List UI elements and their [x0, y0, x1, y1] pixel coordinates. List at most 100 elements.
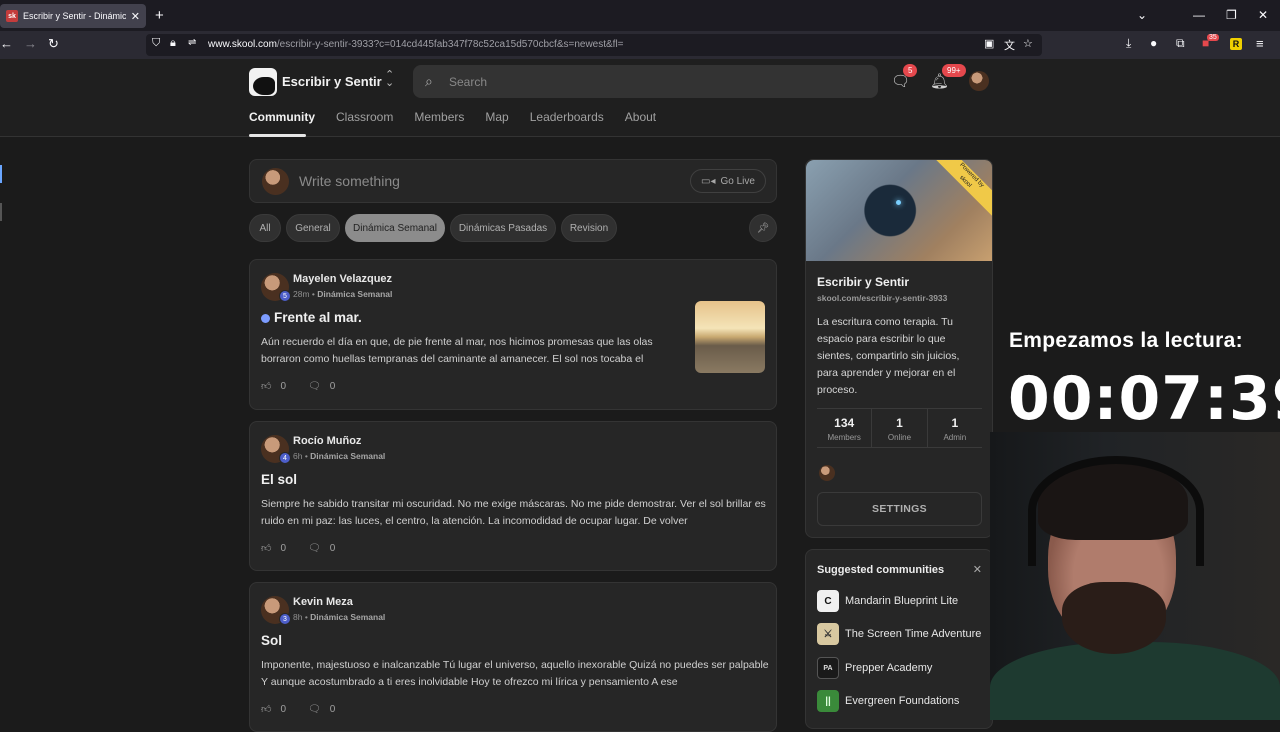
- app-header: Escribir y Sentir ⌃⌄ ⌕ 🗨︎ 5 🔔︎ 99+ Commu…: [0, 59, 1280, 137]
- reading-timer: 00:07:39: [1008, 364, 1280, 434]
- level-badge: 5: [279, 290, 291, 302]
- downloads-icon[interactable]: ⤓: [1126, 36, 1131, 51]
- post-excerpt: Aún recuerdo el día en que, de pie frent…: [261, 336, 653, 365]
- reading-label: Empezamos la lectura:: [1009, 329, 1243, 352]
- new-tab-icon[interactable]: +: [155, 7, 164, 24]
- community-about-card: Powered by skool Escribir y Sentir skool.…: [805, 159, 993, 538]
- back-icon[interactable]: ←: [0, 36, 13, 51]
- stat-admin[interactable]: 1 Admin: [928, 409, 982, 447]
- stat-members[interactable]: 134 Members: [817, 409, 873, 447]
- filter-dinamica-semanal[interactable]: Dinámica Semanal: [345, 214, 445, 242]
- comment-icon: 🗨︎: [308, 542, 321, 554]
- address-bar[interactable]: ⛉ 🔒︎ ⇌ www.skool.com/escribir-y-sentir-3…: [146, 34, 1042, 56]
- tab-list-icon[interactable]: ⌄: [1137, 8, 1147, 22]
- browser-tab[interactable]: sk Escribir y Sentir - Dinámica Sem ✕: [0, 4, 146, 28]
- write-something-placeholder[interactable]: Write something: [299, 173, 400, 189]
- community-switcher-icon[interactable]: ⌃ ⌄: [385, 70, 394, 89]
- suggested-community[interactable]: C Mandarin Blueprint Lite: [817, 590, 958, 612]
- restore-icon[interactable]: ❐: [1226, 8, 1237, 22]
- comment-button[interactable]: 🗨︎ 0: [308, 380, 335, 392]
- reload-icon[interactable]: ↻: [48, 36, 59, 52]
- post-author[interactable]: Mayelen Velazquez: [293, 273, 392, 285]
- post-author[interactable]: Rocío Muñoz: [293, 435, 361, 447]
- suggested-community[interactable]: ⚔ The Screen Time Adventure: [817, 623, 981, 645]
- community-logo-icon[interactable]: [249, 68, 277, 96]
- comment-button[interactable]: 🗨︎ 0: [308, 542, 335, 554]
- forward-icon[interactable]: →: [24, 36, 37, 51]
- lock-icon[interactable]: 🔒︎: [170, 37, 176, 50]
- community-cover-image: Powered by skool: [806, 160, 992, 261]
- raven-eye: [896, 200, 901, 205]
- composer-avatar: [262, 168, 289, 195]
- community-url[interactable]: skool.com/escribir-y-sentir-3933: [817, 293, 947, 303]
- online-member-avatar[interactable]: [819, 465, 835, 481]
- headphones-icon: [1028, 456, 1204, 566]
- tab-about[interactable]: About: [625, 110, 656, 124]
- post-title[interactable]: Sol: [261, 633, 282, 648]
- account-icon[interactable]: ●: [1150, 36, 1157, 50]
- webcam-feed: [990, 432, 1280, 720]
- extension-r-icon[interactable]: R: [1230, 38, 1242, 50]
- pin-icon[interactable]: 📌︎: [749, 214, 777, 242]
- notification-badge: 99+: [942, 64, 966, 77]
- post-meta: 28m • Dinámica Semanal: [293, 289, 393, 299]
- community-stats: 134 Members 1 Online 1 Admin: [817, 408, 982, 448]
- post-title[interactable]: Frente al mar.: [274, 310, 362, 325]
- post-card[interactable]: 4 Rocío Muñoz 6h • Dinámica Semanal El s…: [249, 421, 777, 571]
- tab-members[interactable]: Members: [414, 110, 464, 124]
- browser-nav-bar: ← → ↻ ⛉ 🔒︎ ⇌ www.skool.com/escribir-y-se…: [0, 31, 1280, 59]
- tab-leaderboards[interactable]: Leaderboards: [530, 110, 604, 124]
- community-icon: C: [817, 590, 839, 612]
- shield-icon[interactable]: ⛉: [152, 37, 160, 50]
- close-tab-icon[interactable]: ✕: [131, 10, 140, 23]
- post-actions: 👍︎ 0 🗨︎ 0: [261, 703, 335, 716]
- close-window-icon[interactable]: ✕: [1258, 8, 1268, 22]
- post-composer[interactable]: Write something ▭◂ Go Live: [249, 159, 777, 203]
- reader-view-icon[interactable]: ▣: [984, 37, 994, 50]
- community-name[interactable]: Escribir y Sentir: [282, 74, 382, 89]
- permissions-icon[interactable]: ⇌: [188, 37, 196, 48]
- post-excerpt: Siempre he sabido transitar mi oscuridad…: [261, 498, 766, 527]
- filter-all[interactable]: All: [249, 214, 281, 242]
- filter-revision[interactable]: Revision: [561, 214, 617, 242]
- community-icon: PA: [817, 657, 839, 679]
- filter-dinamicas-pasadas[interactable]: Dinámicas Pasadas: [450, 214, 556, 242]
- post-title[interactable]: El sol: [261, 472, 297, 487]
- suggested-community[interactable]: || Evergreen Foundations: [817, 690, 959, 712]
- tab-classroom[interactable]: Classroom: [336, 110, 393, 124]
- community-description: La escritura como terapia. Tu espacio pa…: [817, 316, 960, 396]
- user-avatar[interactable]: [969, 71, 989, 91]
- tab-community[interactable]: Community: [249, 110, 315, 124]
- post-card[interactable]: 5 Mayelen Velazquez 28m • Dinámica Seman…: [249, 259, 777, 410]
- like-button[interactable]: 👍︎ 0: [261, 703, 286, 716]
- menu-icon[interactable]: ≡: [1256, 36, 1264, 51]
- search-input[interactable]: [449, 65, 869, 98]
- thumbs-up-icon: 👍︎: [261, 381, 272, 392]
- search-box[interactable]: ⌕: [413, 65, 878, 98]
- suggested-community[interactable]: PA Prepper Academy: [817, 657, 932, 679]
- filter-general[interactable]: General: [286, 214, 340, 242]
- post-author[interactable]: Kevin Meza: [293, 596, 353, 608]
- active-tab-indicator: [249, 134, 306, 137]
- post-actions: 👍︎ 0 🗨︎ 0: [261, 542, 335, 555]
- stat-online[interactable]: 1 Online: [872, 409, 928, 447]
- comment-button[interactable]: 🗨︎ 0: [308, 703, 335, 715]
- chat-badge: 5: [903, 64, 918, 77]
- level-badge: 4: [279, 452, 291, 464]
- bookmark-star-icon[interactable]: ☆: [1023, 37, 1033, 50]
- like-button[interactable]: 👍︎ 0: [261, 380, 286, 393]
- webcam-person-body: [990, 642, 1280, 720]
- url-text: www.skool.com/escribir-y-sentir-3933?c=0…: [208, 39, 624, 50]
- tab-map[interactable]: Map: [485, 110, 508, 124]
- like-button[interactable]: 👍︎ 0: [261, 542, 286, 555]
- post-excerpt: Imponente, majestuoso e inalcanzable Tú …: [261, 659, 769, 688]
- go-live-button[interactable]: ▭◂ Go Live: [690, 169, 766, 193]
- settings-button[interactable]: SETTINGS: [817, 492, 982, 526]
- post-card[interactable]: 3 Kevin Meza 8h • Dinámica Semanal Sol I…: [249, 582, 777, 732]
- post-thumbnail[interactable]: [695, 301, 765, 373]
- extensions-icon[interactable]: ⧉: [1176, 36, 1185, 51]
- close-icon[interactable]: ✕: [973, 563, 982, 576]
- minimize-icon[interactable]: —: [1193, 8, 1205, 22]
- powered-by-ribbon[interactable]: Powered by skool: [929, 160, 992, 218]
- translate-icon[interactable]: 文: [1004, 37, 1015, 53]
